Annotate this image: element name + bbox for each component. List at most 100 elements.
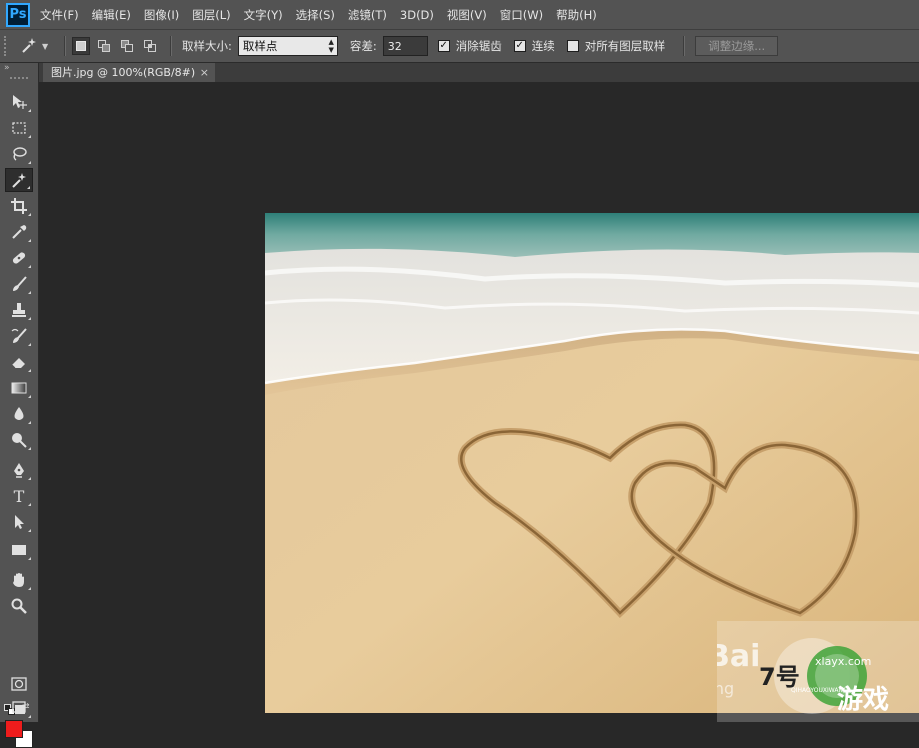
subtract-from-selection-button[interactable] — [118, 37, 136, 55]
menu-bar: Ps 文件(F) 编辑(E) 图像(I) 图层(L) 文字(Y) 选择(S) 滤… — [0, 0, 919, 30]
hand-tool-button[interactable] — [5, 568, 33, 592]
empty-checkbox-icon — [566, 40, 579, 52]
tool-preset-picker[interactable]: ▼ — [20, 36, 58, 57]
collapse-panel-icon[interactable]: » — [4, 63, 10, 73]
gradient-tool-icon — [11, 382, 27, 394]
pen-tool-icon — [14, 463, 24, 478]
antialias-checkbox[interactable]: ✓ 消除锯齿 — [437, 38, 502, 54]
sample-all-layers-checkbox[interactable]: 对所有图层取样 — [566, 38, 666, 54]
subtract-selection-icon — [121, 40, 133, 52]
menu-3d[interactable]: 3D(D) — [400, 8, 434, 22]
screen-mode-button[interactable] — [5, 696, 33, 720]
type-tool-icon: T — [13, 486, 25, 506]
menu-file[interactable]: 文件(F) — [40, 7, 79, 23]
contiguous-label: 连续 — [531, 39, 555, 53]
checkmark-icon: ✓ — [437, 40, 450, 52]
sample-size-value: 取样点 — [242, 39, 278, 53]
foreground-color-swatch[interactable] — [5, 720, 23, 738]
toolbox: T ⇄ — [0, 82, 39, 748]
lasso-tool-button[interactable] — [5, 142, 33, 166]
healing-brush-tool-button[interactable] — [5, 246, 33, 270]
type-tool-button[interactable]: T — [5, 484, 33, 508]
document-tab[interactable]: 图片.jpg @ 100%(RGB/8#) × — [43, 63, 215, 82]
crop-tool-icon — [11, 198, 27, 214]
dodge-tool-button[interactable] — [5, 428, 33, 452]
divider — [683, 36, 686, 56]
eyedropper-tool-icon — [12, 225, 27, 239]
antialias-label: 消除锯齿 — [455, 39, 502, 53]
add-selection-icon — [98, 40, 110, 52]
magic-wand-icon — [20, 36, 38, 57]
photoshop-logo: Ps — [6, 2, 30, 27]
new-selection-button[interactable] — [72, 37, 90, 55]
menu-select[interactable]: 选择(S) — [296, 7, 335, 23]
menu-view[interactable]: 视图(V) — [447, 7, 487, 23]
blur-tool-button[interactable] — [5, 402, 33, 426]
menu-image[interactable]: 图像(I) — [144, 7, 179, 23]
eraser-tool-button[interactable] — [5, 350, 33, 374]
options-bar-grip[interactable] — [4, 36, 10, 56]
sample-size-select[interactable]: 取样点 ▲ ▼ — [237, 36, 338, 56]
site-name-text: 游戏 — [837, 685, 890, 715]
eyedropper-tool-button[interactable] — [5, 220, 33, 244]
intersect-selection-button[interactable] — [141, 37, 159, 55]
dodge-tool-icon — [12, 433, 27, 448]
menu-filter[interactable]: 滤镜(T) — [348, 7, 387, 23]
magic-wand-tool-button[interactable] — [5, 168, 33, 192]
document-tab-title: 图片.jpg @ 100%(RGB/8#) — [51, 66, 196, 79]
hand-tool-icon — [13, 573, 24, 587]
add-to-selection-button[interactable] — [95, 37, 113, 55]
path-selection-tool-icon — [15, 515, 24, 529]
screen-mode-icon — [12, 701, 26, 714]
tolerance-input[interactable]: 32 — [382, 36, 428, 56]
updown-arrows-icon: ▲ ▼ — [328, 38, 334, 54]
pen-tool-button[interactable] — [5, 458, 33, 482]
move-tool-icon — [13, 95, 27, 109]
document-tab-strip: 图片.jpg @ 100%(RGB/8#) × — [39, 63, 919, 82]
marquee-tool-button[interactable] — [5, 116, 33, 140]
site-pinyin-text: QIHAOYOUXIWANG — [791, 687, 848, 694]
menu-window[interactable]: 窗口(W) — [500, 7, 543, 23]
intersect-selection-icon — [144, 40, 156, 52]
gradient-tool-button[interactable] — [5, 376, 33, 400]
eraser-tool-icon — [11, 358, 25, 369]
history-brush-tool-button[interactable] — [5, 324, 33, 348]
crop-tool-button[interactable] — [5, 194, 33, 218]
toolbox-header: » — [0, 63, 39, 82]
menu-help[interactable]: 帮助(H) — [556, 7, 597, 23]
options-bar: ▼ 取样大小: 取样点 ▲ ▼ 容差: 32 ✓ 消除锯齿 ✓ 连续 对所有图层取… — [0, 30, 919, 63]
quick-mask-button[interactable] — [5, 672, 33, 696]
clone-stamp-tool-icon — [12, 303, 26, 317]
divider — [64, 36, 66, 56]
site-domain-text: xlayx.com — [815, 655, 872, 668]
menu-edit[interactable]: 编辑(E) — [92, 7, 131, 23]
sample-size-label: 取样大小: — [182, 39, 232, 53]
path-selection-tool-button[interactable] — [5, 510, 33, 534]
refine-edge-button[interactable]: 调整边缘... — [695, 36, 779, 56]
toolbox-grip[interactable] — [10, 77, 28, 79]
checkmark-icon: ✓ — [513, 40, 526, 52]
clone-stamp-tool-button[interactable] — [5, 298, 33, 322]
contiguous-checkbox[interactable]: ✓ 连续 — [513, 38, 555, 54]
chevron-down-icon: ▼ — [42, 41, 49, 51]
healing-brush-tool-icon — [12, 252, 26, 264]
menu-layer[interactable]: 图层(L) — [192, 7, 230, 23]
history-brush-tool-icon — [11, 328, 27, 343]
new-selection-icon — [76, 41, 86, 51]
marquee-tool-icon — [12, 122, 26, 134]
blur-tool-icon — [14, 407, 24, 420]
sample-all-layers-label: 对所有图层取样 — [584, 39, 666, 53]
move-tool-button[interactable] — [5, 90, 33, 114]
rectangle-tool-button[interactable] — [5, 538, 33, 562]
brush-tool-button[interactable] — [5, 272, 33, 296]
site-watermark: Bai jing 7号 游戏 QIHAOYOUXIWANG xlayx.com — [717, 621, 919, 722]
zoom-tool-icon — [11, 598, 27, 614]
lasso-tool-icon — [13, 147, 27, 161]
rectangle-tool-icon — [12, 545, 26, 555]
zoom-tool-button[interactable] — [5, 594, 33, 618]
menu-type[interactable]: 文字(Y) — [244, 7, 283, 23]
brush-tool-icon — [13, 276, 27, 291]
close-icon[interactable]: × — [200, 63, 209, 82]
magic-wand-tool-icon — [12, 173, 26, 188]
jingyan-watermark-text: jing — [717, 679, 735, 698]
